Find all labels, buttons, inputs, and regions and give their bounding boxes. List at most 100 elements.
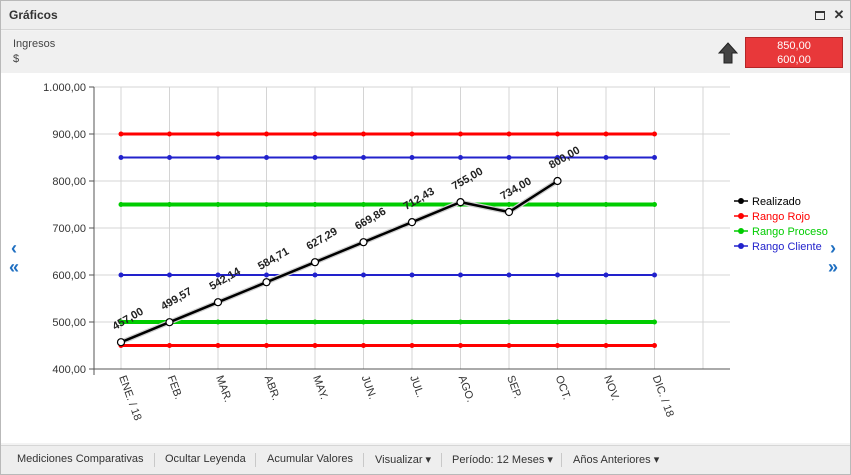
band-point (167, 155, 172, 160)
arrow-up-icon (718, 42, 738, 64)
visualize-dropdown[interactable]: Visualizar ▾ (375, 453, 431, 466)
band-point (167, 343, 172, 348)
period-dropdown[interactable]: Período: 12 Meses ▾ (452, 453, 553, 466)
band-point (555, 202, 560, 207)
band-point (215, 155, 221, 160)
x-tick-label: OCT. (553, 374, 573, 402)
band-point (652, 131, 657, 137)
legend-swatch-dot (738, 213, 744, 219)
band-point (312, 131, 318, 137)
data-point (407, 218, 417, 227)
band-point (167, 131, 172, 137)
data-point (262, 278, 271, 287)
band-point (506, 272, 512, 278)
band-point (603, 131, 609, 137)
band-point (603, 272, 609, 278)
x-tick-label: MAY. (310, 374, 330, 401)
band-point (361, 131, 366, 137)
y-tick-label: 700,00 (52, 223, 86, 235)
bottom-toolbar: Mediciones Comparativas Ocultar Leyenda … (1, 445, 850, 474)
data-label: 542,14 (208, 265, 244, 293)
legend-swatch-dot (738, 243, 744, 249)
band-point (506, 319, 512, 325)
toolbar-divider (363, 453, 364, 467)
toolbar-divider (154, 453, 155, 467)
charts-window: Gráficos ✕ Ingresos $ 850,00 600,00 400,… (0, 0, 851, 475)
chart-area: 400,00 500,00 600,00 700,00 800,00 900,00 1.00… (1, 73, 850, 443)
band-point (555, 343, 560, 348)
band-point (458, 272, 463, 278)
data-point (310, 258, 320, 267)
band-point (603, 155, 609, 160)
band-point (652, 272, 657, 278)
range-high: 850,00 (777, 40, 811, 52)
data-label: 712,43 (402, 186, 437, 213)
last-icon[interactable]: » (828, 257, 838, 278)
band-point (118, 272, 124, 278)
hide-legend-button[interactable]: Ocultar Leyenda (165, 453, 246, 465)
band-point (409, 343, 415, 348)
x-tick-label: JUN. (359, 374, 379, 401)
toolbar-divider (255, 453, 256, 467)
band-point (361, 202, 366, 207)
band-point (603, 319, 609, 325)
band-point (458, 155, 463, 160)
band-point (409, 155, 415, 160)
band-point (264, 272, 269, 278)
band-point (555, 131, 560, 137)
band-point (118, 202, 124, 207)
maximize-icon[interactable] (815, 11, 825, 20)
band-point (361, 343, 366, 348)
band-point (555, 272, 560, 278)
prev-icon[interactable]: ‹ (11, 238, 17, 259)
band-point (652, 155, 657, 160)
data-point (213, 298, 223, 307)
band-point (312, 319, 318, 325)
data-label: 669,86 (353, 206, 388, 233)
band-point (215, 131, 221, 137)
data-label: 499,57 (159, 286, 194, 313)
y-tick-label: 400,00 (52, 364, 86, 376)
band-point (361, 272, 366, 278)
x-tick-label: SEP. (504, 374, 523, 400)
legend-swatch-dot (738, 228, 744, 234)
band-point (361, 319, 366, 325)
band-point (409, 272, 415, 278)
band-point (361, 155, 366, 160)
band-point (118, 131, 124, 137)
y-tick-label: 600,00 (52, 270, 86, 282)
band-point (264, 202, 269, 207)
x-tick-label: ABR. (262, 374, 282, 402)
comparative-button[interactable]: Mediciones Comparativas (17, 453, 144, 465)
band-point (603, 202, 609, 207)
band-point (264, 131, 269, 137)
accumulate-button[interactable]: Acumular Valores (267, 453, 353, 465)
band-point (506, 131, 512, 137)
close-icon[interactable]: ✕ (833, 8, 845, 21)
previous-years-dropdown[interactable]: Años Anteriores ▾ (573, 453, 659, 466)
band-point (312, 155, 318, 160)
y-tick-label: 900,00 (52, 129, 86, 141)
band-point (215, 202, 221, 207)
next-icon[interactable]: › (830, 238, 836, 259)
title-bar: Gráficos ✕ (1, 1, 850, 30)
data-point (359, 238, 368, 247)
data-point (504, 207, 514, 217)
legend-item: Rango Proceso (752, 226, 828, 238)
data-point (116, 338, 126, 347)
band-point (312, 202, 318, 207)
band-point (118, 155, 124, 160)
x-tick-label: AGO. (456, 374, 477, 404)
data-label: 457,00 (111, 306, 146, 333)
x-tick-label: DIC. / 18 (650, 374, 676, 419)
data-point (456, 198, 465, 207)
first-icon[interactable]: « (9, 257, 19, 278)
toolbar-divider (561, 453, 562, 467)
legend-swatch-dot (738, 198, 744, 204)
indicator-unit: $ (13, 53, 20, 65)
band-point (312, 343, 318, 348)
band-point (555, 319, 560, 325)
band-point (215, 319, 221, 325)
band-point (652, 202, 657, 207)
band-point (409, 131, 415, 137)
